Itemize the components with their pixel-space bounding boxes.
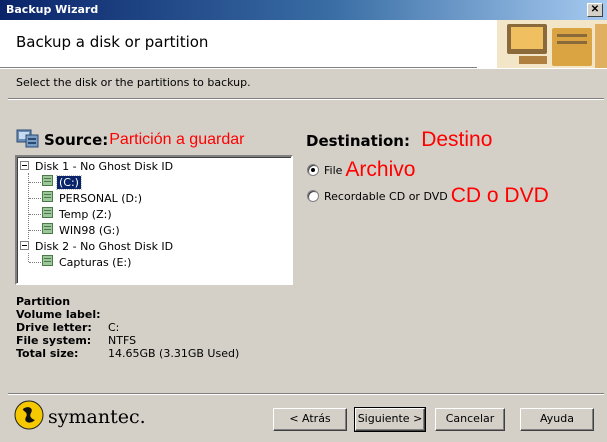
radio-cd-dvd-label: Recordable CD or DVD bbox=[324, 189, 448, 203]
destination-label: Destination: bbox=[306, 132, 410, 150]
window-title: Backup Wizard bbox=[6, 3, 99, 16]
partition-icon bbox=[42, 191, 53, 205]
drive-letter-key: Drive letter: bbox=[16, 321, 92, 334]
source-heading: Source: Partición a guardar bbox=[16, 127, 244, 152]
help-button[interactable]: Ayuda bbox=[520, 408, 594, 431]
radio-file-label: File bbox=[324, 163, 343, 177]
radio-cd-dvd[interactable]: Recordable CD or DVD CD o DVD bbox=[307, 184, 549, 208]
symantec-wordmark: symantec. bbox=[48, 405, 146, 428]
partition-info-heading: Partition bbox=[16, 295, 71, 308]
partition-icon bbox=[42, 223, 53, 237]
expand-minus-icon[interactable] bbox=[20, 240, 29, 253]
disk-partition-tree[interactable]: Disk 1 - No Ghost Disk ID (C:) PERSONAL … bbox=[15, 155, 293, 285]
partition-icon bbox=[42, 255, 53, 269]
total-size-value: 14.65GB (3.31GB Used) bbox=[108, 347, 240, 360]
tree-partition-g[interactable]: WIN98 (G:) bbox=[42, 222, 122, 238]
backup-wizard-window: Backup Wizard ✕ Backup a disk or partiti… bbox=[0, 0, 607, 442]
volume-label-key: Volume label: bbox=[16, 308, 101, 321]
header-separator bbox=[0, 68, 607, 69]
tree-partition-z[interactable]: Temp (Z:) bbox=[42, 206, 114, 222]
expand-minus-icon[interactable] bbox=[20, 160, 29, 173]
page-title: Backup a disk or partition bbox=[16, 33, 209, 51]
back-button[interactable]: < Atrás bbox=[273, 408, 347, 431]
file-system-value: NTFS bbox=[108, 334, 137, 347]
tree-partition-c[interactable]: (C:) bbox=[42, 174, 82, 190]
source-label: Source: bbox=[44, 130, 109, 149]
tree-partition-g-label: WIN98 (G:) bbox=[59, 223, 120, 237]
tree-partition-c-label: (C:) bbox=[56, 174, 82, 190]
tree-disk-2-label: Disk 2 - No Ghost Disk ID bbox=[35, 239, 174, 253]
destination-annotation: Destino bbox=[421, 128, 493, 151]
tree-partition-d[interactable]: PERSONAL (D:) bbox=[42, 190, 144, 206]
radio-cd-dvd-button[interactable] bbox=[307, 190, 319, 202]
partition-icon bbox=[42, 207, 53, 221]
total-size-key: Total size: bbox=[16, 347, 79, 360]
top-divider bbox=[8, 98, 604, 100]
destination-heading: Destination: Destino bbox=[306, 128, 492, 152]
radio-file-button[interactable] bbox=[307, 164, 319, 176]
close-button[interactable]: ✕ bbox=[587, 3, 603, 17]
symantec-logo-icon bbox=[14, 400, 44, 433]
source-annotation: Partición a guardar bbox=[109, 130, 245, 148]
tree-disk-1[interactable]: Disk 1 - No Ghost Disk ID bbox=[20, 158, 175, 174]
partition-icon bbox=[42, 175, 53, 189]
tree-partition-d-label: PERSONAL (D:) bbox=[59, 191, 143, 205]
file-system-key: File system: bbox=[16, 334, 92, 347]
radio-file[interactable]: File Archivo bbox=[307, 158, 415, 182]
instructions-text: Select the disk or the partitions to bac… bbox=[16, 76, 251, 89]
tree-disk-2[interactable]: Disk 2 - No Ghost Disk ID bbox=[20, 238, 175, 254]
cancel-button[interactable]: Cancelar bbox=[435, 408, 505, 431]
bottom-divider bbox=[8, 393, 604, 395]
drive-letter-value: C: bbox=[108, 321, 120, 334]
wizard-header: Backup a disk or partition bbox=[0, 20, 607, 68]
radio-cd-dvd-annotation: CD o DVD bbox=[450, 184, 549, 207]
tree-partition-e[interactable]: Capturas (E:) bbox=[42, 254, 133, 270]
radio-file-annotation: Archivo bbox=[345, 158, 416, 181]
header-computer-icon bbox=[477, 20, 607, 68]
partition-info: Partition Volume label: Drive letter: C: … bbox=[16, 295, 239, 360]
tree-partition-e-label: Capturas (E:) bbox=[59, 255, 132, 269]
title-bar[interactable]: Backup Wizard ✕ bbox=[0, 0, 607, 20]
tree-disk-1-label: Disk 1 - No Ghost Disk ID bbox=[35, 159, 174, 173]
disk-source-icon bbox=[16, 127, 40, 152]
next-button[interactable]: Siguiente > bbox=[354, 407, 426, 432]
symantec-logo: symantec. bbox=[14, 400, 146, 433]
tree-partition-z-label: Temp (Z:) bbox=[59, 207, 112, 221]
